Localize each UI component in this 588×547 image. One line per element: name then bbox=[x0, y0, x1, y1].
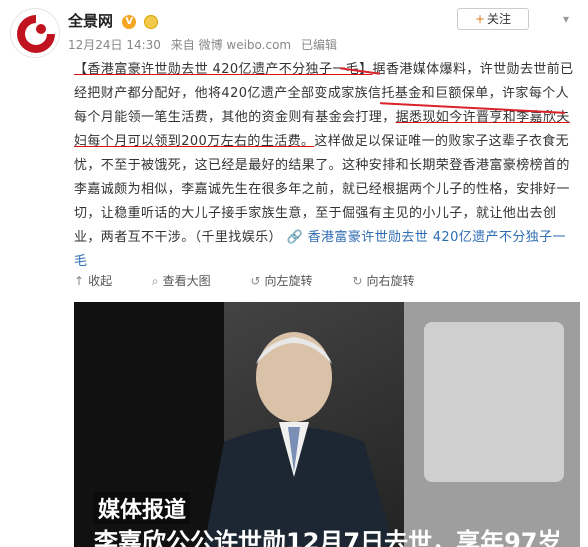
photo-caption-bottom: 李嘉欣公公许世勋12月7日去世，享年97岁 bbox=[94, 528, 562, 547]
chevron-down-icon[interactable]: ▾ bbox=[558, 11, 574, 27]
post-source[interactable]: 来自 微博 weibo.com bbox=[171, 38, 291, 52]
avatar[interactable] bbox=[10, 8, 60, 58]
follow-button[interactable]: + 关注 bbox=[457, 8, 529, 30]
post-headline: 【香港富豪许世勋去世 420亿遗产不分独子一毛】 bbox=[74, 62, 373, 77]
post-time[interactable]: 12月24日 14:30 bbox=[68, 38, 161, 52]
follow-label: 关注 bbox=[487, 12, 512, 26]
post-paragraph-2: 这样做足以保证唯一的败家子这辈子衣食无忧，不至于被饿死，这已经是最好的结果了。这… bbox=[74, 134, 570, 245]
rotate-right-label: 向右旋转 bbox=[366, 274, 415, 288]
post-photo[interactable]: 媒体报道 李嘉欣公公许世勋12月7日去世，享年97岁 bbox=[74, 302, 580, 547]
collapse-label: 收起 bbox=[88, 274, 113, 288]
edited-label: 已编辑 bbox=[300, 38, 337, 52]
link-icon: 🔗 bbox=[286, 230, 304, 245]
post-meta: 12月24日 14:30 来自 微博 weibo.com 已编辑 bbox=[68, 36, 343, 53]
rotate-right-icon: ↻ bbox=[352, 274, 363, 288]
rotate-left-button[interactable]: ↺ 向左旋转 bbox=[250, 274, 330, 288]
account-name-label[interactable]: 全景网 bbox=[68, 12, 113, 30]
rotate-left-icon: ↺ bbox=[250, 274, 261, 288]
collapse-icon: ↑ bbox=[74, 274, 85, 288]
photo-caption-top: 媒体报道 bbox=[94, 492, 191, 524]
verified-icon: V bbox=[122, 14, 137, 29]
view-large-label: 查看大图 bbox=[162, 274, 211, 288]
plus-icon: + bbox=[474, 12, 486, 26]
post-header: 全景网 V 12月24日 14:30 来自 微博 weibo.com 已编辑 +… bbox=[0, 0, 588, 58]
zoom-icon: ⌕ bbox=[151, 274, 159, 288]
view-large-button[interactable]: ⌕ 查看大图 bbox=[152, 274, 229, 288]
brand-logo-icon bbox=[12, 10, 59, 57]
post-body: 【香港富豪许世勋去世 420亿遗产不分独子一毛】据香港媒体爆料，许世勋去世前已经… bbox=[74, 58, 574, 274]
image-toolbar: ↑ 收起 ⌕ 查看大图 ↺ 向左旋转 ↻ 向右旋转 bbox=[74, 272, 450, 292]
collapse-button[interactable]: ↑ 收起 bbox=[74, 274, 130, 288]
rotate-left-label: 向左旋转 bbox=[264, 274, 313, 288]
rotate-right-button[interactable]: ↻ 向右旋转 bbox=[352, 274, 432, 288]
medal-icon bbox=[144, 14, 159, 29]
account-name[interactable]: 全景网 V bbox=[68, 10, 159, 31]
